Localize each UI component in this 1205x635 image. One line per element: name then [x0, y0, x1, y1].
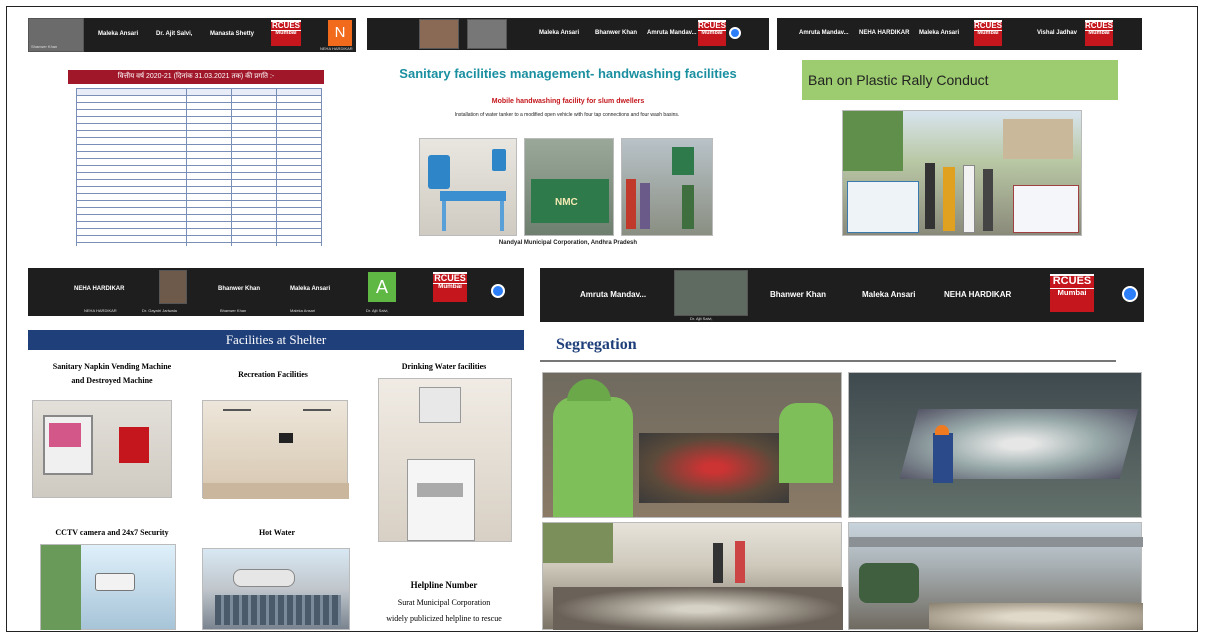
helpline-title: Helpline Number: [410, 580, 478, 590]
water-cooler-photo: [378, 378, 512, 542]
zoom-participant-bar: Amruta Mandav... Dr. Ajit Salvi, Bhanwer…: [540, 268, 1144, 322]
rcues-logo: RCUES Mumbai: [974, 20, 1002, 46]
slide-title: वित्तीय वर्ष 2020-21 (दिनांक 31.03.2021 …: [68, 70, 324, 84]
hotwater-label: Hot Water: [258, 528, 296, 537]
participant-name: Bhanwer Khan: [220, 308, 247, 313]
zoom-participant-bar: Maleka Ansari Bhanwer Khan Amruta Mandav…: [367, 18, 769, 50]
panel-hindi-progress[interactable]: Shanwer Khan Maleka Ansari Dr. Ajit Salv…: [28, 18, 356, 246]
next-page-button[interactable]: [1122, 286, 1138, 302]
hotwater-photo: [202, 548, 350, 630]
slide-title: Sanitary facilities management- handwash…: [399, 66, 737, 81]
next-page-button[interactable]: [729, 27, 741, 39]
cctv-photo: [40, 544, 176, 630]
handwash-photo-1: [419, 138, 517, 236]
participant-video-tile[interactable]: [419, 19, 459, 49]
rcues-logo: RCUES Mumbai: [1085, 20, 1113, 46]
slide-content: Facilities at Shelter Sanitary Napkin Ve…: [28, 326, 524, 630]
participant-video-tile[interactable]: [467, 19, 507, 49]
participant-name: Dr. Gayatri Jariwala: [142, 308, 177, 313]
panel-shelter-facilities[interactable]: NEHA HARDIKAR NEHA HARDIKAR Dr. Gayatri …: [28, 268, 524, 630]
participant-name: Bhanwer Khan: [770, 290, 827, 299]
napkin-label: Sanitary Napkin Vending Machine: [52, 362, 172, 371]
panel-handwashing[interactable]: Maleka Ansari Bhanwer Khan Amruta Mandav…: [367, 18, 769, 246]
participant-name: Bhanwer Khan: [218, 286, 261, 292]
slide-title: Ban on Plastic Rally Conduct: [802, 60, 1118, 100]
segregation-photo-1: [542, 372, 842, 518]
napkin-label-line2: and Destroyed Machine: [71, 376, 153, 385]
progress-table: [75, 88, 322, 246]
slide-description: Installation of water tanker to a modifi…: [454, 112, 680, 118]
panel-plastic-rally[interactable]: Amruta Mandav... NEHA HARDIKAR Maleka An…: [777, 18, 1142, 246]
participant-name: NEHA HARDIKAR: [74, 286, 125, 292]
slide-subtitle: Mobile handwashing facility for slum dwe…: [491, 98, 645, 105]
participant-name: Manasta Shetty: [210, 31, 255, 37]
slide-title: Segregation: [556, 336, 637, 353]
slide-title: Facilities at Shelter: [28, 330, 524, 350]
participant-name: Maleka Ansari: [98, 31, 139, 37]
zoom-participant-bar: Amruta Mandav... NEHA HARDIKAR Maleka An…: [777, 18, 1142, 50]
participant-name: Maleka Ansari: [862, 290, 916, 299]
cctv-label: CCTV camera and 24x7 Security: [55, 528, 169, 537]
helpline-line1: Surat Municipal Corporation: [397, 598, 491, 607]
participant-name: Maleka Ansari: [290, 308, 316, 313]
participant-name: NEHA HARDIKAR: [320, 46, 353, 51]
handwash-photo-3: [621, 138, 713, 236]
slide-footer: Nandyal Municipal Corporation, Andhra Pr…: [498, 240, 638, 246]
participant-video-tile[interactable]: [159, 270, 187, 304]
panel-segregation[interactable]: Amruta Mandav... Dr. Ajit Salvi, Bhanwer…: [540, 268, 1144, 630]
slide-content: Segregation: [540, 322, 1144, 630]
participant-video-tile[interactable]: [674, 270, 748, 316]
participant-name: Maleka Ansari: [290, 286, 331, 292]
rcues-logo: RCUES Mumbai: [433, 272, 467, 302]
participant-name: Amruta Mandav...: [799, 30, 849, 36]
drinking-label: Drinking Water facilities: [401, 362, 487, 371]
participant-name: Amruta Mandav...: [647, 30, 697, 36]
participant-name: Amruta Mandav...: [580, 290, 647, 299]
title-underline: [540, 360, 1116, 362]
handwash-photo-2: NMC: [524, 138, 614, 236]
slide-content: Sanitary facilities management- handwash…: [367, 50, 769, 246]
napkin-machine-photo: [32, 400, 172, 498]
recreation-photo: [202, 400, 349, 499]
participant-name: Vishal Jadhav: [1037, 30, 1077, 36]
segregation-photo-3: [542, 522, 843, 630]
slide-content: वित्तीय वर्ष 2020-21 (दिनांक 31.03.2021 …: [28, 52, 356, 246]
rcues-logo: RCUES Mumbai: [1050, 274, 1094, 312]
rally-photo: [842, 110, 1082, 236]
segregation-photo-4: [848, 522, 1143, 630]
participant-name: Bhanwer Khan: [595, 30, 638, 36]
zoom-participant-bar: Shanwer Khan Maleka Ansari Dr. Ajit Salv…: [28, 18, 356, 52]
rcues-logo: RCUES Mumbai: [271, 20, 301, 46]
participant-name: NEHA HARDIKAR: [944, 290, 1012, 299]
helpline-line2: widely publicized helpline to rescue: [386, 614, 502, 623]
avatar[interactable]: N: [328, 20, 352, 46]
slide-content: Ban on Plastic Rally Conduct: [777, 50, 1142, 246]
participant-name: Maleka Ansari: [539, 30, 580, 36]
participant-name: Shanwer Khan: [31, 44, 58, 49]
participant-name: Dr. Ajit Salvi,: [690, 316, 713, 321]
participant-name: NEHA HARDIKAR: [84, 308, 117, 313]
segregation-photo-2: [848, 372, 1142, 518]
rcues-logo: RCUES Mumbai: [698, 20, 726, 46]
participant-name: Maleka Ansari: [919, 30, 960, 36]
zoom-participant-bar: NEHA HARDIKAR NEHA HARDIKAR Dr. Gayatri …: [28, 268, 524, 316]
cart-label: NMC: [555, 197, 578, 208]
participant-name: Dr. Ajit Salvi,: [156, 31, 193, 37]
avatar[interactable]: A: [368, 272, 396, 302]
participant-name: Dr. Ajit Salvi,: [366, 308, 389, 313]
recreation-label: Recreation Facilities: [238, 370, 308, 379]
participant-name: NEHA HARDIKAR: [859, 30, 910, 36]
next-page-button[interactable]: [491, 284, 505, 298]
